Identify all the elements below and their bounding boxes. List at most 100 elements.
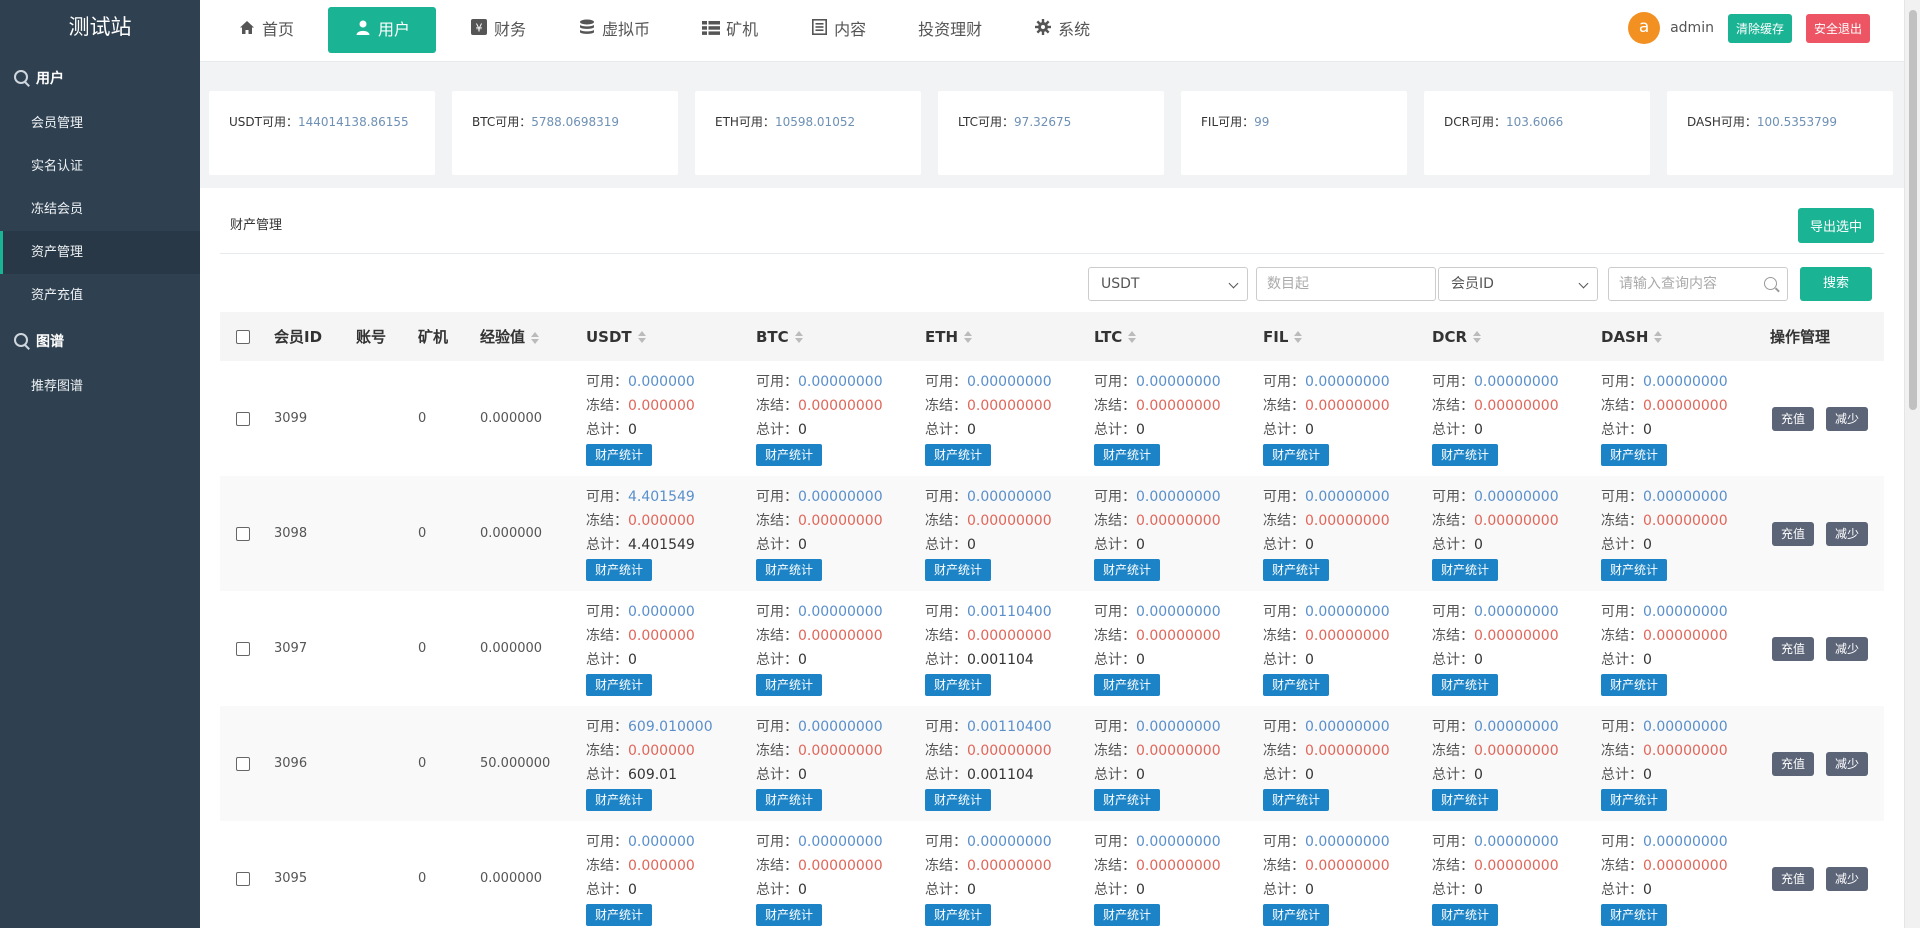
nav-user[interactable]: 用户 xyxy=(328,7,437,53)
col-eth[interactable]: ETH xyxy=(915,312,1084,361)
sidebar-item-assets[interactable]: 资产管理 xyxy=(0,231,200,274)
asset-stats-button[interactable]: 财产统计 xyxy=(586,559,653,581)
sort-icon[interactable] xyxy=(1294,331,1303,343)
col-fil[interactable]: FIL xyxy=(1253,312,1422,361)
nav-miner[interactable]: 矿机 xyxy=(684,7,776,53)
asset-stats-button[interactable]: 财产统计 xyxy=(1263,789,1330,811)
nav-investment[interactable]: 投资理财 xyxy=(900,7,1000,53)
asset-stats-button[interactable]: 财产统计 xyxy=(1432,789,1499,811)
asset-stats-button[interactable]: 财产统计 xyxy=(925,904,992,926)
col-usdt[interactable]: USDT xyxy=(576,312,746,361)
sort-icon[interactable] xyxy=(531,331,540,344)
asset-stats-button[interactable]: 财产统计 xyxy=(756,904,823,926)
reduce-button[interactable]: 减少 xyxy=(1826,751,1869,776)
sort-icon[interactable] xyxy=(1128,331,1137,343)
sort-icon[interactable] xyxy=(637,331,647,343)
clear-cache-button[interactable]: 清除缓存 xyxy=(1727,13,1792,43)
asset-stats-button[interactable]: 财产统计 xyxy=(925,444,992,466)
col-btc[interactable]: BTC xyxy=(746,312,915,361)
recharge-button[interactable]: 充值 xyxy=(1772,521,1815,546)
asset-stats-button[interactable]: 财产统计 xyxy=(586,789,653,811)
nav-crypto[interactable]: 虚拟币 xyxy=(560,7,668,53)
asset-stats-button[interactable]: 财产统计 xyxy=(586,674,653,696)
recharge-button[interactable]: 充值 xyxy=(1772,406,1815,431)
export-selected-button[interactable]: 导出选中 xyxy=(1797,208,1874,243)
vertical-scrollbar[interactable] xyxy=(1904,0,1920,928)
available-value: 0.00000000 xyxy=(1305,374,1390,390)
nav-home[interactable]: 首页 xyxy=(220,7,312,53)
col-exp[interactable]: 经验值 xyxy=(470,312,576,361)
sort-icon[interactable] xyxy=(964,331,973,343)
field-select[interactable]: 会员ID xyxy=(1438,267,1598,301)
asset-stats-button[interactable]: 财产统计 xyxy=(1094,674,1161,696)
asset-stats-button[interactable]: 财产统计 xyxy=(925,789,992,811)
asset-stats-button[interactable]: 财产统计 xyxy=(1094,904,1161,926)
reduce-button[interactable]: 减少 xyxy=(1826,521,1869,546)
asset-stats-button[interactable]: 财产统计 xyxy=(1263,444,1330,466)
sort-icon[interactable] xyxy=(794,331,804,343)
asset-stats-button[interactable]: 财产统计 xyxy=(1601,444,1668,466)
asset-stats-button[interactable]: 财产统计 xyxy=(1432,559,1499,581)
asset-stats-button[interactable]: 财产统计 xyxy=(1263,559,1330,581)
row-checkbox[interactable] xyxy=(236,871,250,886)
sidebar-item-referral-graph[interactable]: 推荐图谱 xyxy=(0,365,200,408)
asset-stats-button[interactable]: 财产统计 xyxy=(1263,674,1330,696)
coin-select[interactable]: USDT xyxy=(1088,267,1248,301)
asset-stats-button[interactable]: 财产统计 xyxy=(1432,904,1499,926)
asset-stats-button[interactable]: 财产统计 xyxy=(756,789,823,811)
recharge-button[interactable]: 充值 xyxy=(1772,636,1815,661)
sort-icon[interactable] xyxy=(1654,331,1663,343)
asset-stats-button[interactable]: 财产统计 xyxy=(586,444,653,466)
sidebar-item-realname[interactable]: 实名认证 xyxy=(0,145,200,188)
asset-stats-button[interactable]: 财产统计 xyxy=(1601,559,1668,581)
nav-content[interactable]: 内容 xyxy=(792,7,884,53)
reduce-button[interactable]: 减少 xyxy=(1826,866,1869,891)
asset-stats-button[interactable]: 财产统计 xyxy=(1094,789,1161,811)
asset-stats-button[interactable]: 财产统计 xyxy=(1601,674,1668,696)
sidebar-group-graph[interactable]: 图谱 xyxy=(0,317,200,365)
asset-stats-button[interactable]: 财产统计 xyxy=(586,904,653,926)
recharge-button[interactable]: 充值 xyxy=(1772,866,1815,891)
asset-stats-button[interactable]: 财产统计 xyxy=(756,674,823,696)
col-dcr[interactable]: DCR xyxy=(1422,312,1591,361)
row-checkbox[interactable] xyxy=(236,526,250,541)
row-checkbox[interactable] xyxy=(236,641,250,656)
total-line: 总计：0 xyxy=(1601,763,1760,787)
divider xyxy=(220,253,1884,254)
row-checkbox[interactable] xyxy=(236,411,250,426)
recharge-button[interactable]: 充值 xyxy=(1772,751,1815,776)
logout-button[interactable]: 安全退出 xyxy=(1805,13,1870,43)
col-ltc[interactable]: LTC xyxy=(1084,312,1253,361)
asset-stats-button[interactable]: 财产统计 xyxy=(1601,789,1668,811)
sidebar-item-recharge[interactable]: 资产充值 xyxy=(0,274,200,317)
sidebar-group-user[interactable]: 用户 xyxy=(0,54,200,102)
query-input[interactable]: 请输入查询内容 xyxy=(1608,267,1788,301)
sidebar-item-members[interactable]: 会员管理 xyxy=(0,102,200,145)
select-all-checkbox[interactable] xyxy=(236,330,250,344)
asset-stats-button[interactable]: 财产统计 xyxy=(1432,674,1499,696)
col-dash[interactable]: DASH xyxy=(1591,312,1760,361)
asset-stats-button[interactable]: 财产统计 xyxy=(756,444,823,466)
search-button[interactable]: 搜索 xyxy=(1800,267,1872,301)
avatar[interactable]: a xyxy=(1628,12,1661,44)
asset-stats-button[interactable]: 财产统计 xyxy=(1094,559,1161,581)
username[interactable]: admin xyxy=(1670,20,1714,36)
asset-stats-button[interactable]: 财产统计 xyxy=(1601,904,1668,926)
total-label: 总计： xyxy=(1263,767,1305,783)
sort-icon[interactable] xyxy=(1473,331,1482,343)
nav-finance[interactable]: ¥ 财务 xyxy=(452,7,544,53)
row-checkbox[interactable] xyxy=(236,756,250,771)
reduce-button[interactable]: 减少 xyxy=(1826,636,1869,661)
scrollbar-thumb[interactable] xyxy=(1909,10,1917,410)
amount-from-input[interactable]: 数目起 xyxy=(1256,267,1436,301)
asset-stats-button[interactable]: 财产统计 xyxy=(925,559,992,581)
asset-stats-button[interactable]: 财产统计 xyxy=(925,674,992,696)
total-value: 0 xyxy=(1474,537,1483,553)
nav-system[interactable]: 系统 xyxy=(1016,7,1108,53)
asset-stats-button[interactable]: 财产统计 xyxy=(1094,444,1161,466)
reduce-button[interactable]: 减少 xyxy=(1826,406,1869,431)
asset-stats-button[interactable]: 财产统计 xyxy=(1432,444,1499,466)
asset-stats-button[interactable]: 财产统计 xyxy=(1263,904,1330,926)
sidebar-item-frozen[interactable]: 冻结会员 xyxy=(0,188,200,231)
asset-stats-button[interactable]: 财产统计 xyxy=(756,559,823,581)
